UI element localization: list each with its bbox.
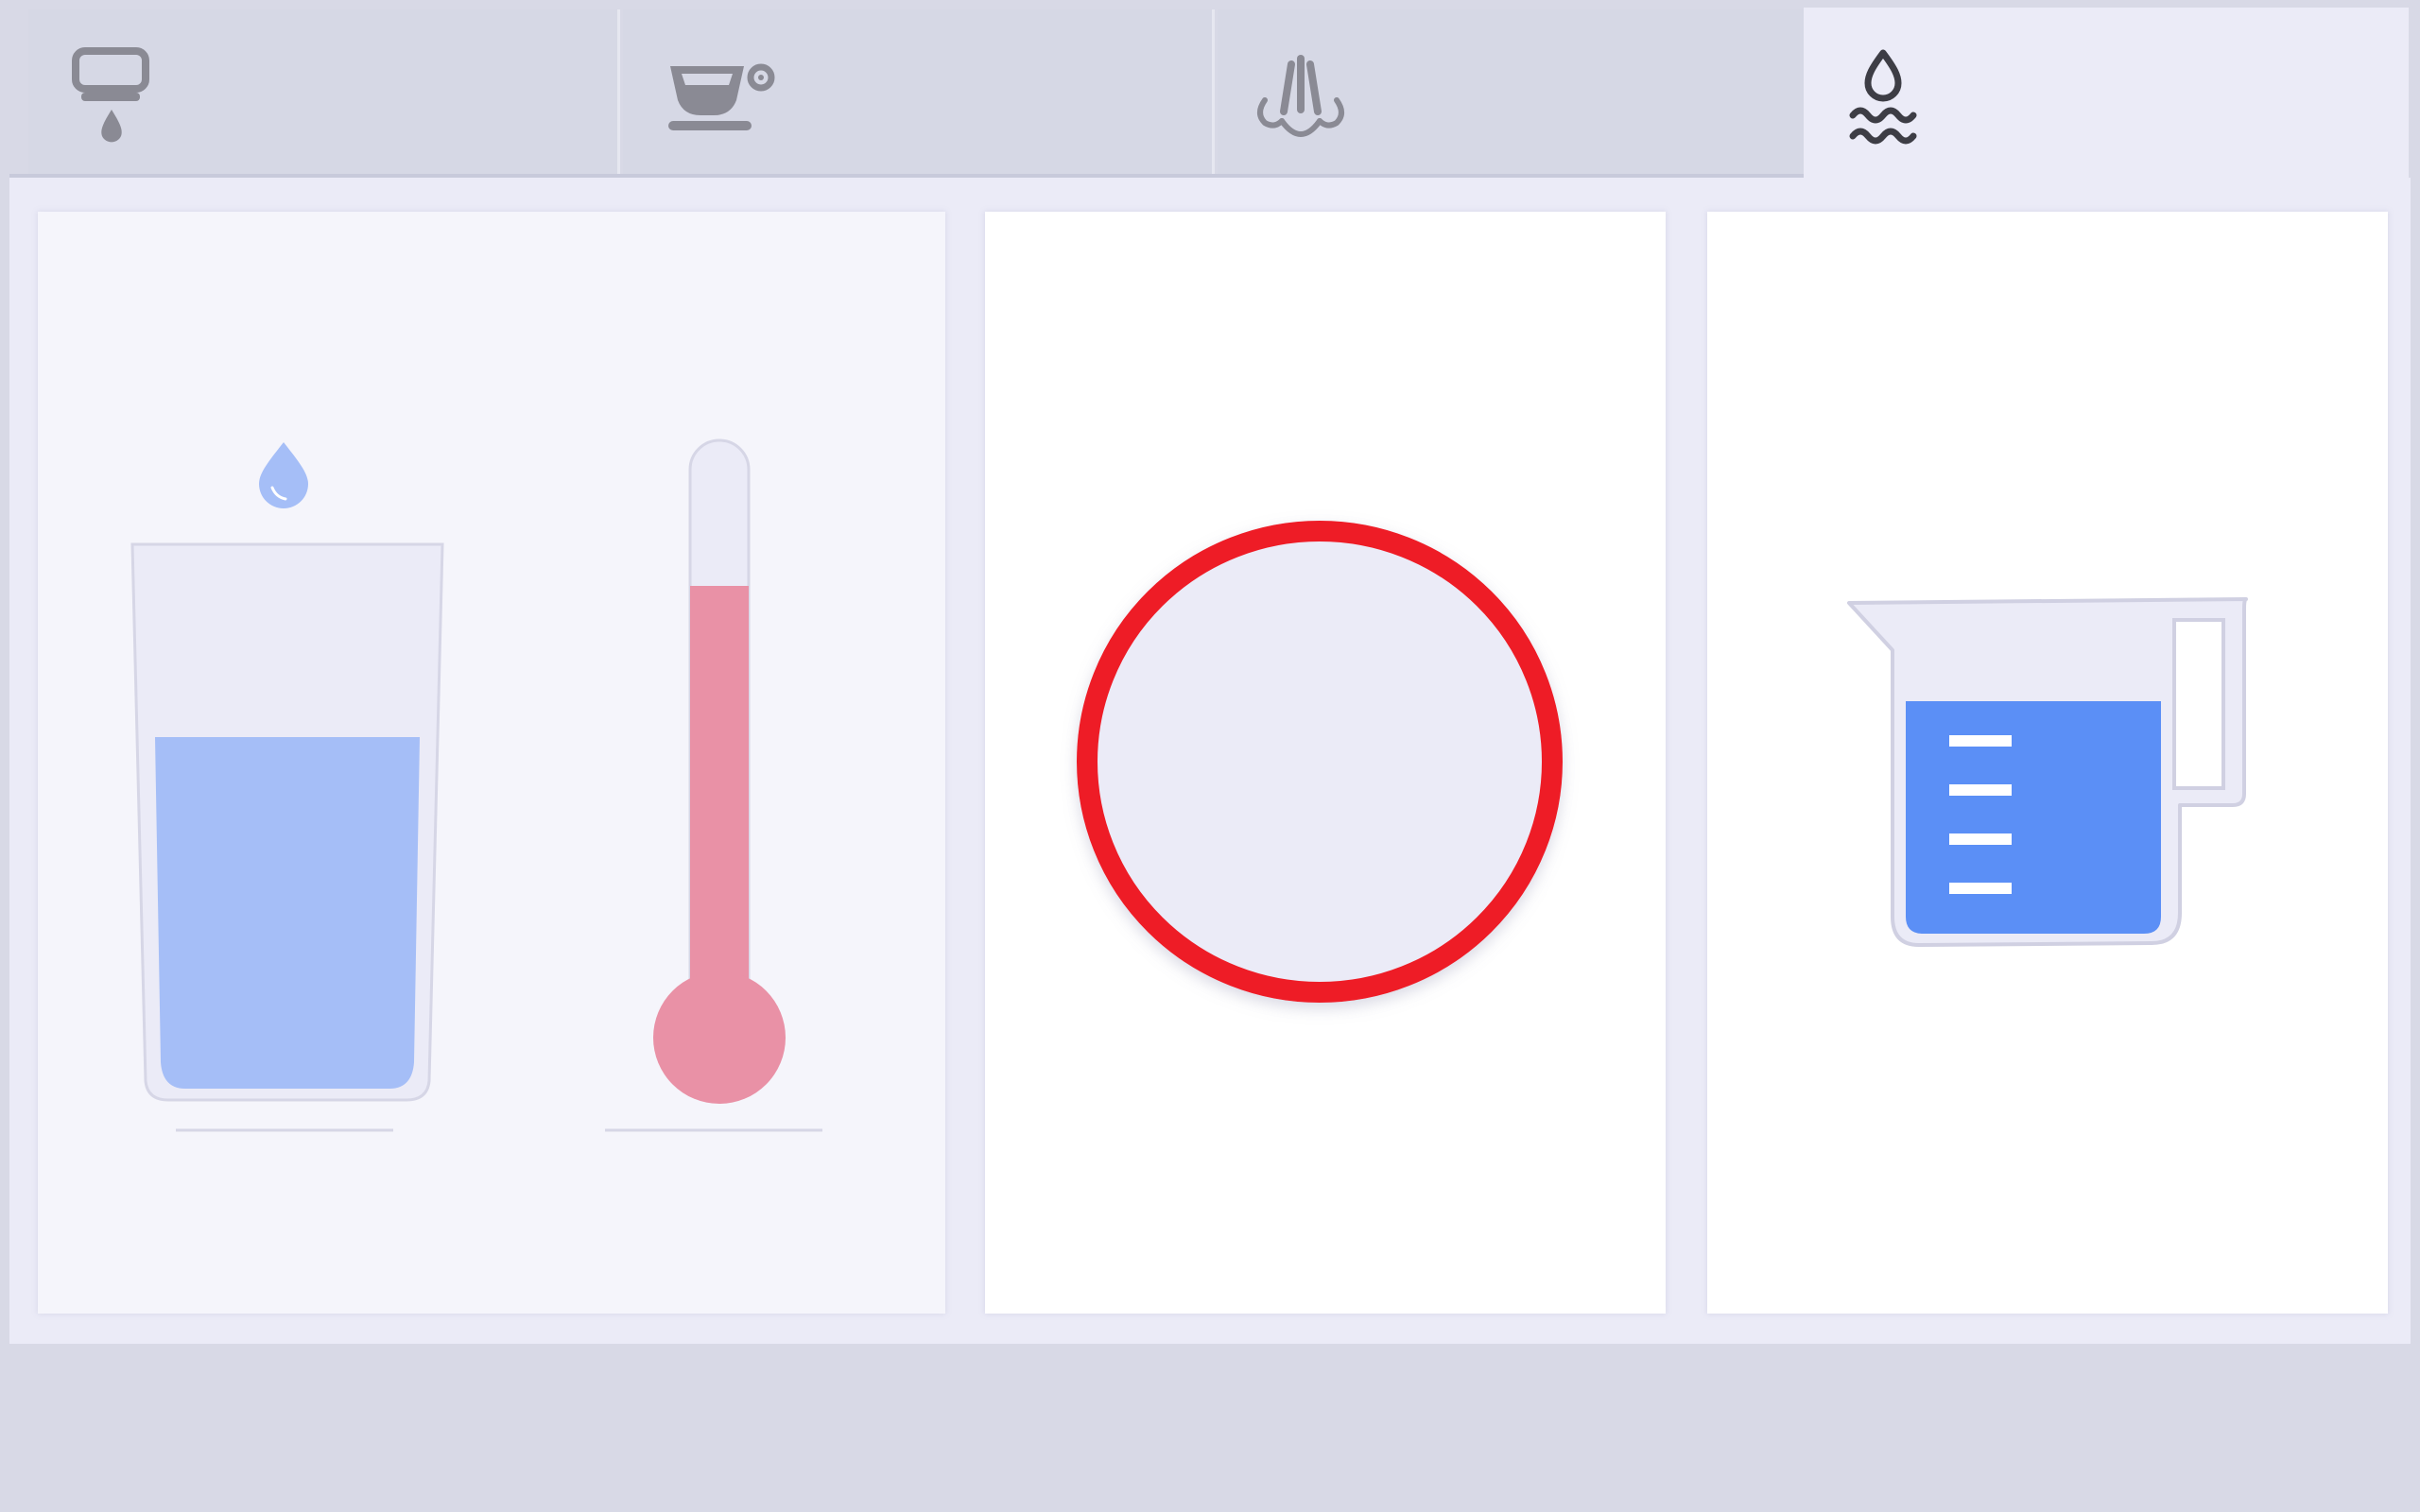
jug-panel[interactable] [1707,212,2388,1314]
steam-icon [1257,55,1344,137]
measuring-jug-icon [1847,597,2248,947]
tab-dispenser[interactable] [28,9,620,174]
main-content [9,178,2411,1344]
jug-water-fill [1906,701,2161,934]
water-settings-illustration [130,438,822,1132]
coffee-cup-icon [668,63,775,130]
water-settings-panel[interactable] [38,212,945,1314]
thermometer-fill [690,586,749,1002]
start-button-panel[interactable] [985,212,1666,1314]
thermometer-icon [653,438,786,1104]
tab-bar [9,8,2409,183]
water-drop-icon [259,442,308,508]
hot-water-icon [1849,49,1917,145]
glass-water-fill [155,737,420,1089]
tab-hot-water[interactable] [1804,8,2409,183]
record-button-icon [1077,521,1563,1003]
water-glass-icon [130,542,444,1102]
tab-steam[interactable] [1218,9,1813,174]
tab-coffee[interactable] [623,9,1215,174]
dispenser-drip-icon [72,47,149,143]
